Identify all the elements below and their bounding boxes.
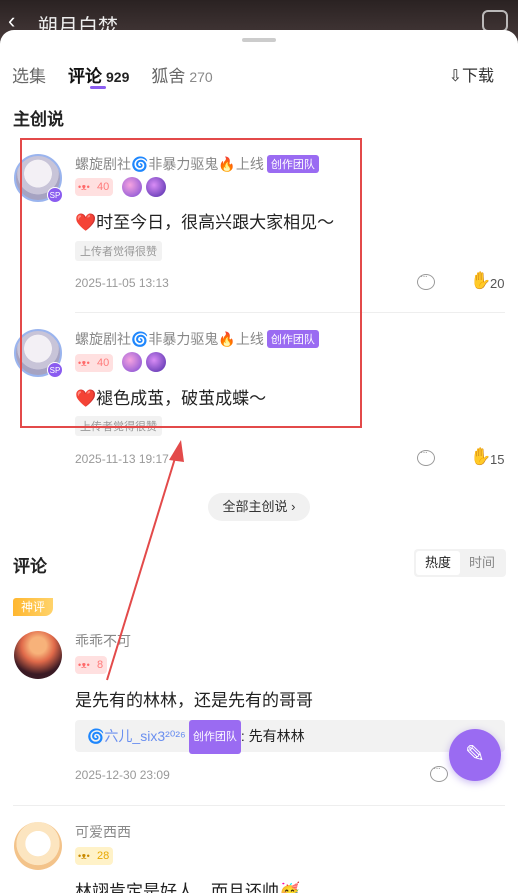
annotation-arrow <box>106 440 184 681</box>
